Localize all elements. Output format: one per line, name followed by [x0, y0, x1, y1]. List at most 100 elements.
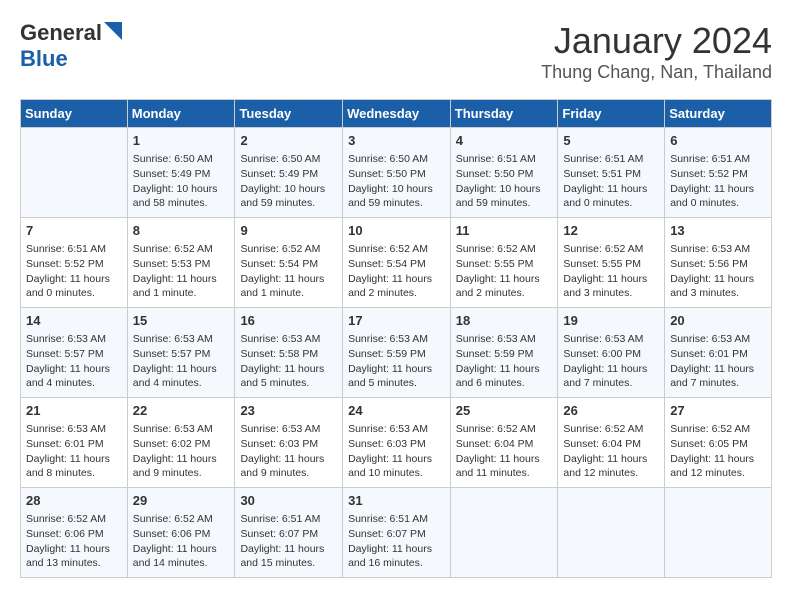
day-info: Sunrise: 6:52 AM Sunset: 6:05 PM Dayligh…: [670, 422, 766, 481]
day-number: 18: [456, 312, 553, 330]
day-number: 2: [240, 132, 337, 150]
day-info: Sunrise: 6:53 AM Sunset: 6:00 PM Dayligh…: [563, 332, 659, 391]
calendar-cell: 8 Sunrise: 6:52 AM Sunset: 5:53 PM Daylig…: [127, 218, 235, 308]
header-day: Sunday: [21, 100, 128, 128]
day-info: Sunrise: 6:53 AM Sunset: 6:01 PM Dayligh…: [26, 422, 122, 481]
day-number: 15: [133, 312, 230, 330]
day-info: Sunrise: 6:52 AM Sunset: 6:04 PM Dayligh…: [563, 422, 659, 481]
calendar-cell: 15Sunrise: 6:53 AM Sunset: 5:57 PM Dayli…: [127, 308, 235, 398]
day-info: Sunrise: 6:51 AM Sunset: 5:52 PM Dayligh…: [26, 242, 122, 301]
logo-general: General: [20, 20, 102, 46]
page-header: General Blue January 2024 Thung Chang, N…: [20, 20, 772, 83]
logo-icon: [104, 22, 122, 40]
day-info: Sunrise: 6:53 AM Sunset: 5:59 PM Dayligh…: [456, 332, 553, 391]
day-info: Sunrise: 6:53 AM Sunset: 5:57 PM Dayligh…: [26, 332, 122, 391]
day-number: 31: [348, 492, 445, 510]
calendar-row: 7Sunrise: 6:51 AM Sunset: 5:52 PM Daylig…: [21, 218, 772, 308]
day-info: Sunrise: 6:50 AM Sunset: 5:49 PM Dayligh…: [133, 152, 230, 211]
logo-blue: Blue: [20, 46, 68, 72]
day-info: Sunrise: 6:51 AM Sunset: 6:07 PM Dayligh…: [348, 512, 445, 571]
day-number: 3: [348, 132, 445, 150]
calendar-cell: 31 Sunrise: 6:51 AM Sunset: 6:07 PM Dayli…: [343, 488, 451, 578]
day-info: Sunrise: 6:53 AM Sunset: 6:03 PM Dayligh…: [348, 422, 445, 481]
day-number: 30: [240, 492, 337, 510]
calendar-cell: 22 Sunrise: 6:53 AM Sunset: 6:02 PM Dayli…: [127, 398, 235, 488]
calendar-cell: 5 Sunrise: 6:51 AM Sunset: 5:51 PM Daylig…: [558, 128, 665, 218]
calendar-cell: 6 Sunrise: 6:51 AM Sunset: 5:52 PM Daylig…: [665, 128, 772, 218]
header-day: Monday: [127, 100, 235, 128]
day-info: Sunrise: 6:53 AM Sunset: 6:02 PM Dayligh…: [133, 422, 230, 481]
calendar-cell: 18 Sunrise: 6:53 AM Sunset: 5:59 PM Dayli…: [450, 308, 558, 398]
calendar-cell: 13 Sunrise: 6:53 AM Sunset: 5:56 PM Dayli…: [665, 218, 772, 308]
calendar-row: 28Sunrise: 6:52 AM Sunset: 6:06 PM Dayli…: [21, 488, 772, 578]
day-number: 17: [348, 312, 445, 330]
calendar-cell: 14 Sunrise: 6:53 AM Sunset: 5:57 PM Dayli…: [21, 308, 128, 398]
calendar-cell: 21 Sunrise: 6:53 AM Sunset: 6:01 PM Dayli…: [21, 398, 128, 488]
calendar-subtitle: Thung Chang, Nan, Thailand: [541, 62, 772, 83]
calendar-cell: [21, 128, 128, 218]
day-info: Sunrise: 6:52 AM Sunset: 5:55 PM Dayligh…: [563, 242, 659, 301]
calendar-cell: 1 Sunrise: 6:50 AM Sunset: 5:49 PM Daylig…: [127, 128, 235, 218]
day-number: 20: [670, 312, 766, 330]
calendar-table: SundayMondayTuesdayWednesdayThursdayFrid…: [20, 99, 772, 578]
day-number: 24: [348, 402, 445, 420]
day-number: 6: [670, 132, 766, 150]
day-info: Sunrise: 6:51 AM Sunset: 6:07 PM Dayligh…: [240, 512, 337, 571]
calendar-cell: [558, 488, 665, 578]
calendar-cell: 16 Sunrise: 6:53 AM Sunset: 5:58 PM Dayli…: [235, 308, 343, 398]
calendar-cell: 3 Sunrise: 6:50 AM Sunset: 5:50 PM Daylig…: [343, 128, 451, 218]
day-info: Sunrise: 6:53 AM Sunset: 5:56 PM Dayligh…: [670, 242, 766, 301]
calendar-cell: 30 Sunrise: 6:51 AM Sunset: 6:07 PM Dayli…: [235, 488, 343, 578]
calendar-cell: 20Sunrise: 6:53 AM Sunset: 6:01 PM Dayli…: [665, 308, 772, 398]
day-info: Sunrise: 6:52 AM Sunset: 5:54 PM Dayligh…: [240, 242, 337, 301]
calendar-cell: 25Sunrise: 6:52 AM Sunset: 6:04 PM Dayli…: [450, 398, 558, 488]
day-info: Sunrise: 6:53 AM Sunset: 5:59 PM Dayligh…: [348, 332, 445, 391]
header-day: Friday: [558, 100, 665, 128]
day-number: 22: [133, 402, 230, 420]
day-info: Sunrise: 6:52 AM Sunset: 5:53 PM Dayligh…: [133, 242, 230, 301]
day-number: 12: [563, 222, 659, 240]
calendar-row: 1 Sunrise: 6:50 AM Sunset: 5:49 PM Daylig…: [21, 128, 772, 218]
logo: General Blue: [20, 20, 122, 72]
calendar-cell: 11 Sunrise: 6:52 AM Sunset: 5:55 PM Dayli…: [450, 218, 558, 308]
calendar-cell: 24 Sunrise: 6:53 AM Sunset: 6:03 PM Dayli…: [343, 398, 451, 488]
day-number: 21: [26, 402, 122, 420]
calendar-cell: 23 Sunrise: 6:53 AM Sunset: 6:03 PM Dayli…: [235, 398, 343, 488]
day-info: Sunrise: 6:53 AM Sunset: 6:03 PM Dayligh…: [240, 422, 337, 481]
day-number: 16: [240, 312, 337, 330]
day-info: Sunrise: 6:51 AM Sunset: 5:51 PM Dayligh…: [563, 152, 659, 211]
day-number: 10: [348, 222, 445, 240]
day-info: Sunrise: 6:53 AM Sunset: 5:58 PM Dayligh…: [240, 332, 337, 391]
day-number: 13: [670, 222, 766, 240]
day-number: 4: [456, 132, 553, 150]
day-info: Sunrise: 6:51 AM Sunset: 5:50 PM Dayligh…: [456, 152, 553, 211]
calendar-row: 14 Sunrise: 6:53 AM Sunset: 5:57 PM Dayli…: [21, 308, 772, 398]
day-number: 26: [563, 402, 659, 420]
day-number: 14: [26, 312, 122, 330]
day-number: 1: [133, 132, 230, 150]
calendar-cell: 7Sunrise: 6:51 AM Sunset: 5:52 PM Daylig…: [21, 218, 128, 308]
calendar-cell: [450, 488, 558, 578]
day-info: Sunrise: 6:52 AM Sunset: 6:04 PM Dayligh…: [456, 422, 553, 481]
day-info: Sunrise: 6:52 AM Sunset: 5:55 PM Dayligh…: [456, 242, 553, 301]
title-block: January 2024 Thung Chang, Nan, Thailand: [541, 20, 772, 83]
day-number: 8: [133, 222, 230, 240]
day-number: 29: [133, 492, 230, 510]
calendar-cell: 12 Sunrise: 6:52 AM Sunset: 5:55 PM Dayli…: [558, 218, 665, 308]
calendar-cell: 29Sunrise: 6:52 AM Sunset: 6:06 PM Dayli…: [127, 488, 235, 578]
day-number: 28: [26, 492, 122, 510]
day-number: 5: [563, 132, 659, 150]
day-info: Sunrise: 6:51 AM Sunset: 5:52 PM Dayligh…: [670, 152, 766, 211]
calendar-cell: 9Sunrise: 6:52 AM Sunset: 5:54 PM Daylig…: [235, 218, 343, 308]
calendar-cell: 26 Sunrise: 6:52 AM Sunset: 6:04 PM Dayli…: [558, 398, 665, 488]
day-info: Sunrise: 6:50 AM Sunset: 5:50 PM Dayligh…: [348, 152, 445, 211]
calendar-body: 1 Sunrise: 6:50 AM Sunset: 5:49 PM Daylig…: [21, 128, 772, 578]
calendar-cell: 19 Sunrise: 6:53 AM Sunset: 6:00 PM Dayli…: [558, 308, 665, 398]
day-info: Sunrise: 6:50 AM Sunset: 5:49 PM Dayligh…: [240, 152, 337, 211]
day-number: 11: [456, 222, 553, 240]
header-day: Thursday: [450, 100, 558, 128]
header-day: Tuesday: [235, 100, 343, 128]
day-number: 19: [563, 312, 659, 330]
calendar-title: January 2024: [541, 20, 772, 62]
day-number: 23: [240, 402, 337, 420]
